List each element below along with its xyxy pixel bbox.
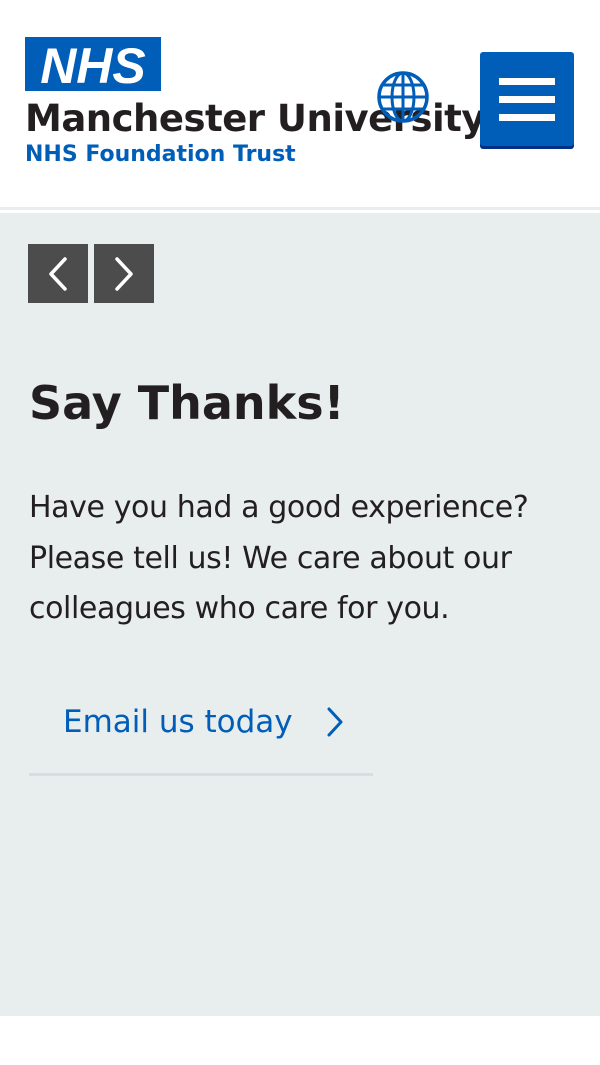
organisation-subtitle: NHS Foundation Trust bbox=[25, 142, 296, 167]
svg-text:NHS: NHS bbox=[40, 38, 146, 91]
site-header: NHS Manchester University NHS Foundation… bbox=[0, 0, 600, 210]
email-us-label: Email us today bbox=[63, 704, 293, 740]
page-title: Say Thanks! bbox=[29, 376, 345, 430]
email-us-button[interactable]: Email us today bbox=[29, 672, 373, 773]
carousel-next-button[interactable] bbox=[94, 244, 154, 303]
menu-button[interactable] bbox=[480, 52, 574, 146]
hamburger-menu-icon-bar bbox=[499, 114, 555, 121]
hamburger-menu-icon bbox=[499, 78, 555, 85]
chevron-right-icon bbox=[327, 707, 343, 737]
page: NHS Manchester University NHS Foundation… bbox=[0, 0, 600, 1065]
nhs-logo-mark: NHS bbox=[25, 37, 161, 91]
chevron-right-icon bbox=[115, 257, 133, 291]
hamburger-menu-icon-bar bbox=[499, 96, 555, 103]
globe-icon[interactable] bbox=[375, 69, 431, 125]
chevron-left-icon bbox=[49, 257, 67, 291]
carousel-previous-button[interactable] bbox=[28, 244, 88, 303]
main-content: Say Thanks! Have you had a good experien… bbox=[0, 213, 600, 1016]
nhs-logo: NHS bbox=[25, 37, 161, 91]
footer-area bbox=[0, 1016, 600, 1065]
intro-paragraph: Have you had a good experience? Please t… bbox=[29, 490, 529, 626]
